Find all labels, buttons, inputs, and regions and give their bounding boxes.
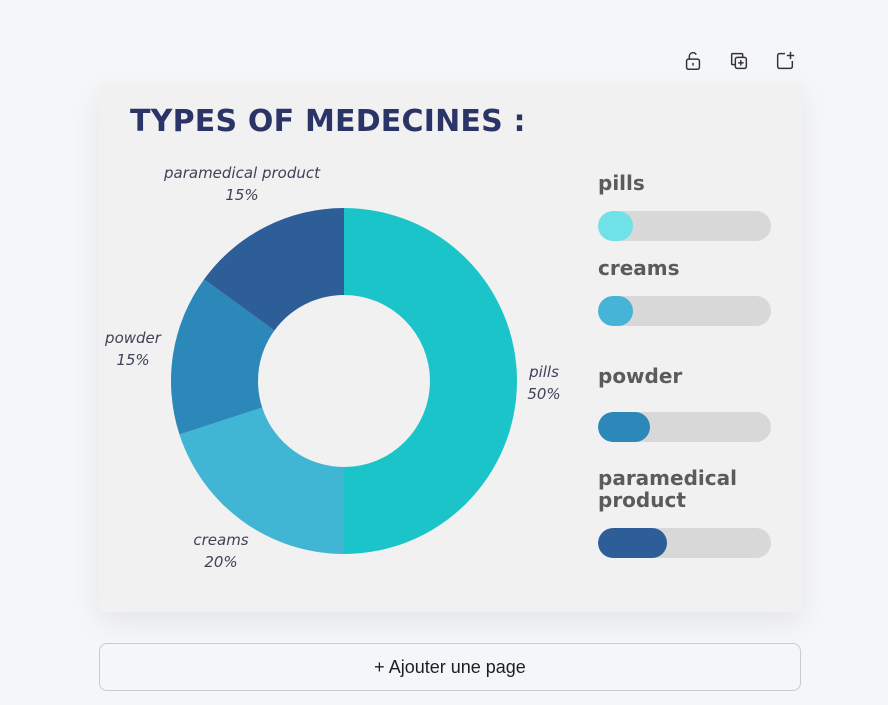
slice-label: pills	[528, 363, 559, 381]
add-page-button[interactable]	[772, 48, 798, 74]
legend-label: powder	[598, 364, 683, 388]
legend-label: pills	[598, 171, 645, 195]
duplicate-icon	[730, 52, 748, 70]
chart-card[interactable]: TYPES OF MEDECINES : pills 50% creams 20% po…	[99, 84, 802, 612]
slice-value-label: 15%	[225, 186, 258, 204]
legend-label: paramedical product	[598, 466, 737, 512]
slice-label: paramedical product	[163, 164, 321, 182]
duplicate-page-button[interactable]	[726, 48, 752, 74]
legend-progress-track	[598, 528, 771, 558]
slice-value-label: 50%	[527, 385, 560, 403]
toolbar	[680, 48, 798, 74]
legend-progress-fill	[598, 528, 668, 558]
add-page-icon	[776, 51, 795, 70]
legend-progress-track	[598, 211, 771, 241]
slice-pills	[344, 208, 517, 554]
slice-value-label: 20%	[204, 553, 237, 571]
legend-progress-fill	[598, 296, 633, 326]
legend-progress-track	[598, 412, 771, 442]
slice-label: powder	[104, 329, 162, 347]
legend-label: creams	[598, 256, 680, 280]
slice-label: creams	[193, 531, 248, 549]
legend-progress-fill	[598, 412, 650, 442]
add-page-bar-button[interactable]: + Ajouter une page	[99, 643, 801, 691]
legend-progress-fill	[598, 211, 633, 241]
unlock-icon	[685, 51, 701, 70]
lock-button[interactable]	[680, 48, 706, 74]
slice-value-label: 15%	[116, 351, 149, 369]
legend-progress-track	[598, 296, 771, 326]
